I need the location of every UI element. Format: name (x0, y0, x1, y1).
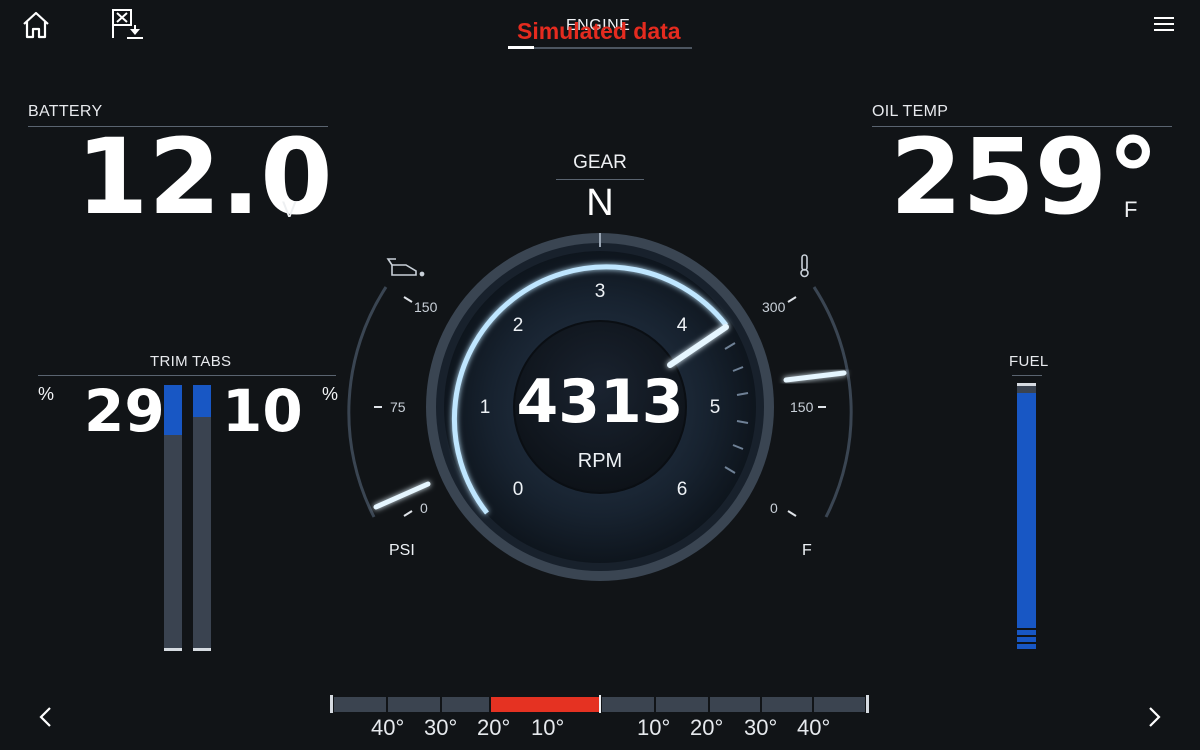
rudder-label-left-20: 20° (477, 715, 511, 740)
oil-pressure-arc (347, 286, 388, 518)
trim-right-bar-end (193, 648, 211, 651)
trim-right-unit: % (322, 384, 339, 404)
rudder-label-left-10: 10° (531, 715, 565, 740)
rudder-cell (334, 697, 386, 712)
rpm-scale-4: 4 (677, 315, 688, 336)
rudder-label-right-10: 10° (637, 715, 671, 740)
temperature-unit: F (802, 542, 812, 559)
rudder-label-right-30: 30° (744, 715, 778, 740)
oil-pressure-tick-150: 150 (414, 299, 438, 315)
waypoint-button[interactable] (106, 6, 146, 42)
rudder-cell (710, 697, 760, 712)
rpm-value: 4313 (517, 367, 684, 437)
trim-left-value: 29 (84, 377, 165, 445)
trim-left-bar-end (164, 648, 182, 651)
simulated-data-banner: Simulated data (517, 18, 681, 44)
trim-tabs-divider (38, 375, 336, 376)
trim-left-bar-fill (164, 385, 182, 435)
oil-pressure-tick-75: 75 (390, 399, 406, 415)
temperature-needle (783, 370, 847, 383)
temperature-tick-0: 0 (770, 500, 778, 516)
trim-left-unit: % (38, 384, 55, 404)
rudder-center-mark (599, 695, 601, 713)
page-indicator-track (508, 47, 692, 49)
fuel-bar-segments (1017, 623, 1036, 651)
rpm-scale-0: 0 (513, 479, 524, 500)
rpm-unit: RPM (578, 450, 622, 472)
home-button[interactable] (18, 8, 54, 42)
oil-pressure-tick-0: 0 (420, 500, 428, 516)
previous-page-button[interactable] (30, 702, 60, 732)
chevron-left-icon (39, 707, 51, 727)
rudder-label-left-40: 40° (371, 715, 405, 740)
rudder-label-right-40: 40° (797, 715, 831, 740)
gear-label: GEAR (573, 152, 627, 173)
rudder-cell (762, 697, 812, 712)
rudder-scale-right-end (866, 695, 869, 713)
engine-gauge: 0 1 2 3 4 5 6 4313 RPM 150 75 0 PSI 300 … (347, 233, 853, 581)
trim-right-value: 10 (222, 377, 303, 445)
rpm-scale-5: 5 (710, 397, 721, 418)
fuel-bar-top (1017, 383, 1036, 386)
trim-tabs-label: TRIM TABS (150, 353, 232, 370)
oil-temp-value: 259° (890, 116, 1160, 238)
temperature-tick-150: 150 (790, 399, 814, 415)
trim-right-bar-fill (193, 385, 211, 417)
rpm-scale-3: 3 (595, 281, 606, 302)
chevron-right-icon (1149, 707, 1161, 727)
page-indicator-active (508, 46, 534, 49)
fuel-divider (1012, 375, 1042, 376)
menu-icon (1154, 17, 1174, 31)
rudder-label-right-20: 20° (690, 715, 724, 740)
waypoint-flag-icon (112, 9, 143, 39)
rudder-label-left-30: 30° (424, 715, 458, 740)
oil-can-icon (386, 258, 425, 277)
rudder-cell (656, 697, 708, 712)
temperature-tick-300: 300 (762, 299, 786, 315)
menu-button[interactable] (1148, 8, 1180, 40)
gear-value: N (586, 182, 614, 224)
temperature-arc (812, 286, 853, 518)
gear-divider (556, 179, 644, 180)
rpm-scale-2: 2 (513, 315, 524, 336)
oil-pressure-unit: PSI (389, 542, 415, 559)
rudder-cell (814, 697, 865, 712)
fuel-bar-fill (1017, 393, 1036, 623)
rudder-cell-active (491, 697, 599, 712)
rudder-scale-left-end (330, 695, 333, 713)
rpm-scale-1: 1 (480, 397, 491, 418)
rpm-scale-6: 6 (677, 479, 688, 500)
rudder-cell (602, 697, 654, 712)
fuel-label: FUEL (1009, 353, 1049, 370)
home-icon (23, 11, 49, 39)
next-page-button[interactable] (1140, 702, 1170, 732)
battery-unit: V (282, 197, 297, 222)
thermometer-icon (800, 254, 809, 278)
trim-right-bar (193, 385, 211, 650)
oil-temp-unit: F (1124, 197, 1138, 222)
rudder-cell (388, 697, 440, 712)
rudder-cell (442, 697, 489, 712)
